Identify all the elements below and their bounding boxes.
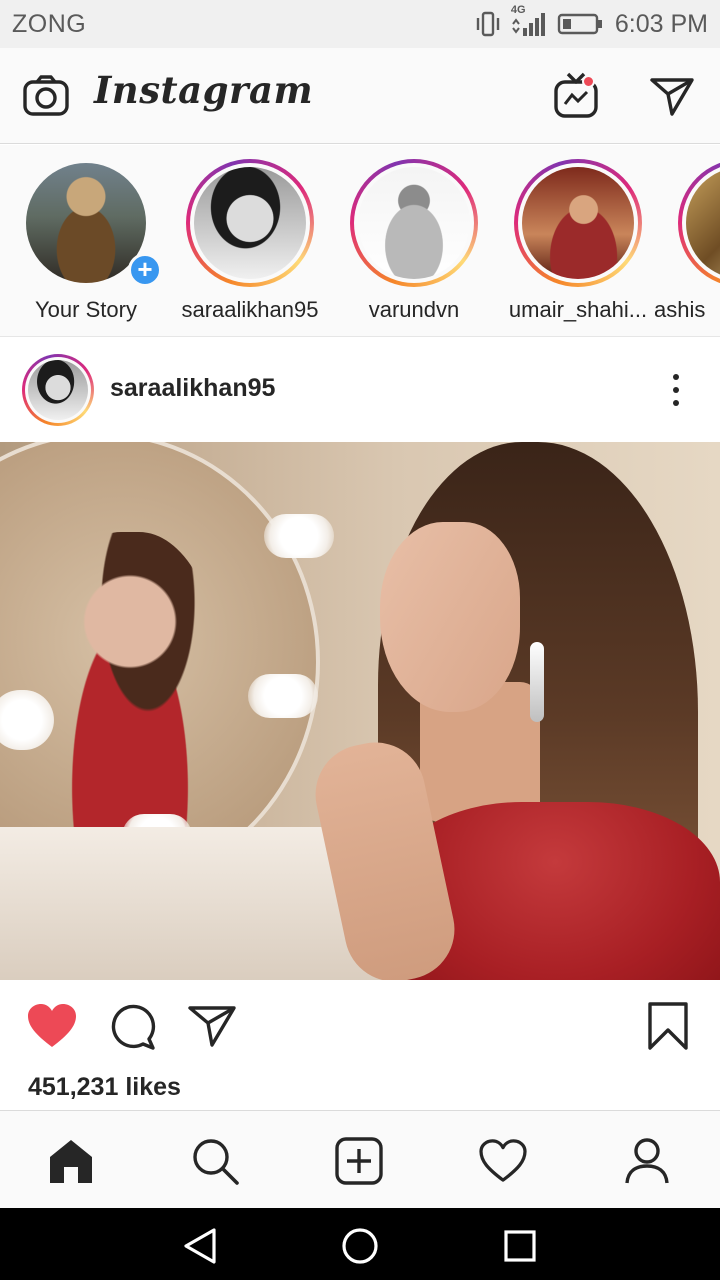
story-saraalikhan95[interactable]: saraalikhan95 xyxy=(180,159,320,329)
vibrate-icon xyxy=(475,10,501,38)
share-icon[interactable] xyxy=(186,1000,238,1052)
story-username: Your Story xyxy=(35,297,137,322)
home-icon[interactable] xyxy=(43,1133,99,1189)
igtv-icon[interactable] xyxy=(552,72,600,120)
status-icons: 4G 6:03 PM xyxy=(475,4,708,40)
post-image[interactable] xyxy=(0,442,720,980)
story-ring xyxy=(350,159,478,287)
story-ring xyxy=(22,354,94,426)
story-username: saraalikhan95 xyxy=(181,297,319,322)
mirror-reflection xyxy=(40,532,220,852)
story-ring xyxy=(514,159,642,287)
story-username: umair_shahi... xyxy=(508,297,648,322)
earring xyxy=(530,642,544,722)
add-story-icon[interactable]: + xyxy=(128,253,162,287)
like-count[interactable]: 451,231 likes xyxy=(28,1073,181,1102)
camera-icon[interactable] xyxy=(22,72,70,120)
more-options-icon[interactable] xyxy=(660,368,692,412)
avatar xyxy=(686,167,720,279)
story-username: varundvn xyxy=(368,297,460,322)
profile-icon[interactable] xyxy=(619,1133,675,1189)
bottom-navigation xyxy=(0,1110,720,1208)
status-bar: ZONG 4G 6:03 PM xyxy=(0,0,720,48)
vanity-bulb xyxy=(264,514,334,558)
home-circle-icon[interactable] xyxy=(340,1226,380,1266)
back-icon[interactable] xyxy=(180,1226,220,1266)
notification-dot xyxy=(582,75,595,88)
network-type-label: 4G xyxy=(510,4,526,16)
post-username[interactable]: saraalikhan95 xyxy=(110,374,275,403)
app-header: Instagram xyxy=(0,48,720,144)
activity-heart-icon[interactable] xyxy=(475,1133,531,1189)
story-ashis[interactable]: ashis xyxy=(654,159,720,329)
recents-square-icon[interactable] xyxy=(500,1226,540,1266)
avatar xyxy=(358,167,470,279)
avatar xyxy=(522,167,634,279)
story-varundvn[interactable]: varundvn xyxy=(344,159,484,329)
post-actions xyxy=(0,980,720,1072)
status-time: 6:03 PM xyxy=(614,9,708,38)
story-ring xyxy=(678,159,720,287)
stories-tray: + Your Story saraalikhan95 varundvn umai… xyxy=(0,145,720,337)
story-ring xyxy=(186,159,314,287)
comment-icon[interactable] xyxy=(106,1000,158,1052)
carrier-name: ZONG xyxy=(12,10,87,38)
system-navigation-bar xyxy=(0,1208,720,1280)
post-header: saraalikhan95 xyxy=(0,338,720,442)
avatar xyxy=(28,360,88,420)
battery-icon xyxy=(557,12,603,36)
search-icon[interactable] xyxy=(187,1133,243,1189)
new-post-icon[interactable] xyxy=(331,1133,387,1189)
avatar xyxy=(194,167,306,279)
story-your-story[interactable]: + Your Story xyxy=(16,159,162,329)
bookmark-icon[interactable] xyxy=(642,1000,694,1052)
face xyxy=(380,522,520,712)
story-username: ashis xyxy=(654,297,706,322)
vanity-bulb xyxy=(248,674,318,718)
like-heart-icon[interactable] xyxy=(26,1000,78,1052)
post-author-avatar[interactable] xyxy=(22,354,94,426)
direct-message-icon[interactable] xyxy=(648,72,696,120)
story-umair-shahi[interactable]: umair_shahi... xyxy=(508,159,648,329)
signal-icon: 4G xyxy=(509,4,549,38)
instagram-logo: Instagram xyxy=(94,68,314,112)
